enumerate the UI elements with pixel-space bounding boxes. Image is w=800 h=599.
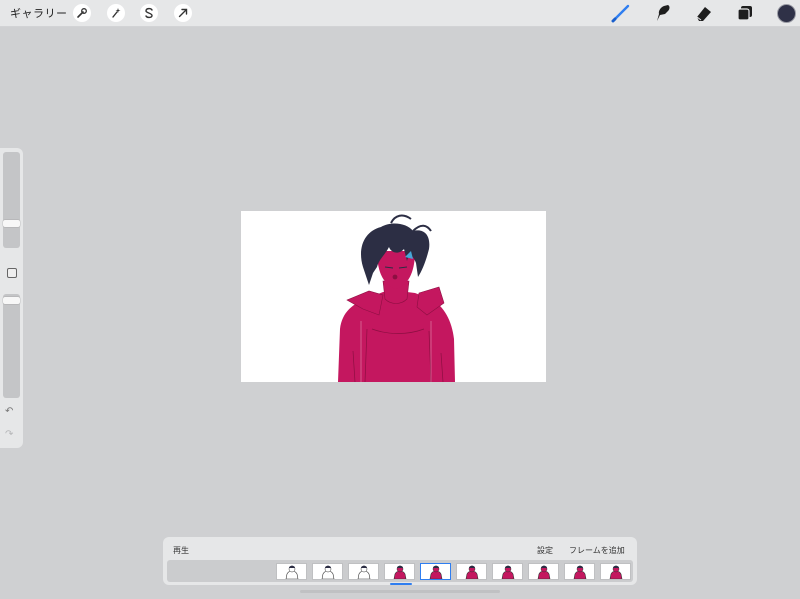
redo-icon[interactable]: ↷	[5, 429, 13, 440]
frame-thumbnail[interactable]	[348, 563, 379, 580]
frame-thumbnail[interactable]	[312, 563, 343, 580]
frame-thumbnail[interactable]	[384, 563, 415, 580]
frame-thumbnail[interactable]	[456, 563, 487, 580]
transform-arrow-icon	[178, 8, 188, 18]
add-frame-button[interactable]: フレームを追加	[569, 545, 625, 556]
adjustments-button[interactable]	[107, 4, 125, 22]
frame-thumbnail[interactable]	[492, 563, 523, 580]
smudge-icon	[657, 5, 670, 21]
brush-size-thumb[interactable]	[3, 219, 20, 227]
character-artwork	[338, 214, 455, 382]
layers-button[interactable]	[734, 3, 756, 23]
gallery-button[interactable]: ギャラリー	[10, 5, 68, 21]
play-button[interactable]: 再生	[173, 545, 189, 556]
smudge-tool-button[interactable]	[652, 3, 674, 23]
animation-assist-panel: 再生 設定 フレームを追加	[163, 537, 637, 585]
left-sidebar: ↶ ↷	[0, 148, 23, 448]
selection-s-icon	[145, 7, 153, 19]
eraser-tool-button[interactable]	[693, 3, 715, 23]
transform-button[interactable]	[174, 4, 192, 22]
current-frame-indicator	[390, 583, 412, 585]
frame-thumbnail[interactable]	[600, 563, 631, 580]
top-toolbar: ギャラリー	[0, 0, 800, 27]
frame-thumbnail[interactable]	[528, 563, 559, 580]
color-picker-button[interactable]	[777, 4, 796, 23]
selection-button[interactable]	[140, 4, 158, 22]
layers-icon	[737, 6, 752, 21]
drawing-canvas[interactable]	[241, 211, 546, 382]
home-indicator	[300, 590, 500, 593]
opacity-thumb[interactable]	[3, 296, 20, 304]
magic-wand-icon	[112, 8, 121, 18]
frame-thumbnail[interactable]	[276, 563, 307, 580]
brush-tool-button[interactable]	[611, 3, 633, 23]
modify-button[interactable]	[7, 268, 17, 278]
brush-icon	[611, 4, 630, 23]
brush-size-slider[interactable]	[3, 152, 20, 248]
eraser-icon	[696, 7, 711, 21]
frame-thumbnail[interactable]	[564, 563, 595, 580]
settings-button[interactable]: 設定	[537, 545, 553, 556]
frame-strip	[167, 560, 633, 582]
opacity-slider[interactable]	[3, 294, 20, 398]
wrench-icon	[77, 8, 87, 18]
frame-thumbnail[interactable]	[420, 563, 451, 580]
undo-icon[interactable]: ↶	[5, 406, 13, 417]
actions-button[interactable]	[73, 4, 91, 22]
